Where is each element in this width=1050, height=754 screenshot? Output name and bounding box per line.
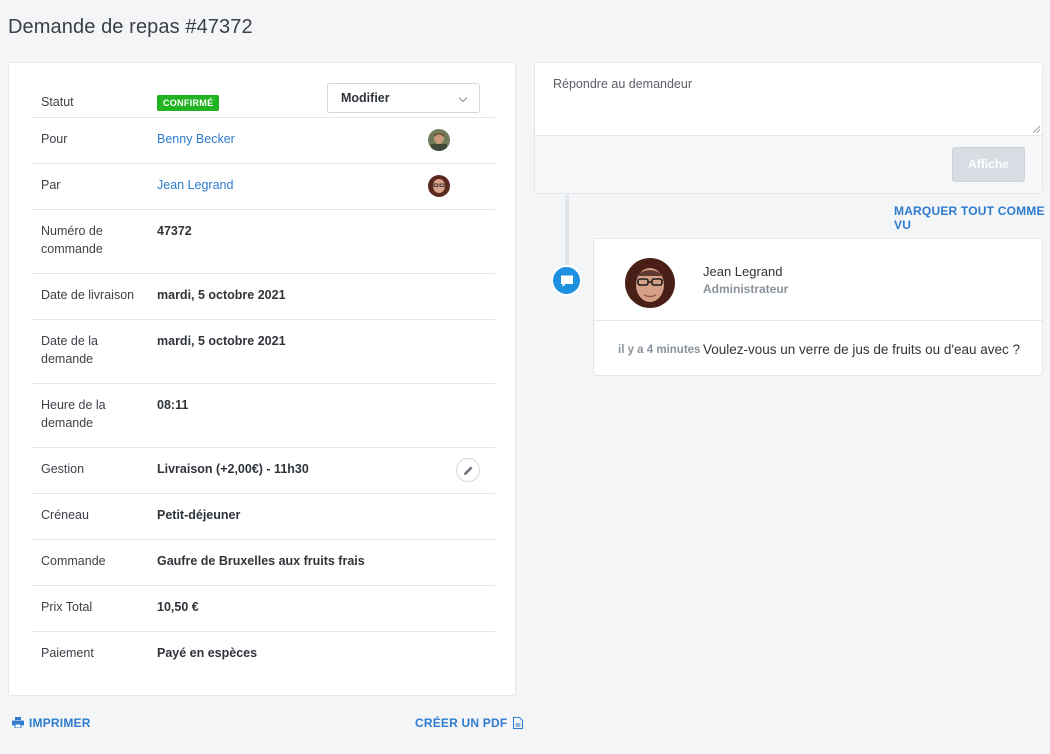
row-date-demande: Date de la demande mardi, 5 octobre 2021 bbox=[32, 320, 495, 384]
row-pour: Pour Benny Becker bbox=[32, 118, 495, 164]
details-table: Statut CONFIRMÉ Modifier Pour Benny Beck… bbox=[32, 69, 495, 678]
details-card: Statut CONFIRMÉ Modifier Pour Benny Beck… bbox=[8, 62, 516, 696]
numero-label: Numéro de commande bbox=[41, 224, 103, 256]
mark-all-seen-link[interactable]: MARQUER TOUT COMME VU bbox=[894, 204, 1050, 232]
statut-label: Statut bbox=[41, 95, 74, 109]
row-numero: Numéro de commande 47372 bbox=[32, 210, 495, 274]
row-par: Par Jean Legrand bbox=[32, 164, 495, 210]
create-pdf-button[interactable]: CRÉER UN PDF bbox=[415, 716, 524, 730]
status-badge: CONFIRMÉ bbox=[157, 95, 220, 111]
row-creneau: Créneau Petit-déjeuner bbox=[32, 494, 495, 540]
prix-total-value: 10,50 € bbox=[157, 600, 199, 614]
resize-grip-icon[interactable] bbox=[1032, 125, 1040, 133]
prix-total-label: Prix Total bbox=[41, 600, 93, 614]
row-heure-demande: Heure de la demande 08:11 bbox=[32, 384, 495, 448]
edit-gestion-button[interactable] bbox=[456, 458, 480, 482]
date-demande-label: Date de la demande bbox=[41, 334, 98, 366]
print-label: IMPRIMER bbox=[29, 716, 91, 730]
pour-label: Pour bbox=[41, 132, 68, 146]
avatar bbox=[428, 175, 450, 197]
par-label: Par bbox=[41, 178, 61, 192]
send-reply-button[interactable]: Affiche bbox=[952, 147, 1025, 182]
message-header: Jean Legrand Administrateur bbox=[594, 239, 1042, 321]
date-livraison-label: Date de livraison bbox=[41, 288, 135, 302]
reply-card: Affiche bbox=[534, 62, 1043, 194]
timeline-marker bbox=[551, 265, 582, 296]
heure-demande-value: 08:11 bbox=[157, 398, 189, 412]
message-author: Jean Legrand bbox=[703, 264, 783, 279]
row-date-livraison: Date de livraison mardi, 5 octobre 2021 bbox=[32, 274, 495, 320]
date-livraison-value: mardi, 5 octobre 2021 bbox=[157, 288, 286, 302]
pour-link[interactable]: Benny Becker bbox=[157, 130, 235, 148]
date-demande-value: mardi, 5 octobre 2021 bbox=[157, 334, 286, 348]
pdf-label: CRÉER UN PDF bbox=[415, 716, 508, 730]
file-icon bbox=[513, 717, 524, 729]
reply-textarea[interactable] bbox=[535, 63, 1042, 136]
timeline-line bbox=[565, 195, 569, 265]
row-commande: Commande Gaufre de Bruxelles aux fruits … bbox=[32, 540, 495, 586]
paiement-value: Payé en espèces bbox=[157, 646, 258, 660]
message-text: Voulez-vous un verre de jus de fruits ou… bbox=[703, 342, 1021, 357]
gestion-value: Livraison (+2,00€) - 11h30 bbox=[157, 462, 309, 476]
row-statut: Statut CONFIRMÉ Modifier bbox=[32, 69, 495, 118]
message-role: Administrateur bbox=[703, 282, 789, 296]
row-paiement: Paiement Payé en espèces bbox=[32, 632, 495, 678]
par-link[interactable]: Jean Legrand bbox=[157, 176, 233, 194]
message-time: il y a 4 minutes bbox=[618, 344, 701, 356]
message-card: Jean Legrand Administrateur il y a 4 min… bbox=[593, 238, 1043, 376]
creneau-label: Créneau bbox=[41, 508, 89, 522]
paiement-label: Paiement bbox=[41, 646, 94, 660]
avatar bbox=[625, 258, 675, 308]
commande-label: Commande bbox=[41, 554, 106, 568]
chevron-down-icon bbox=[458, 93, 468, 103]
modifier-label: Modifier bbox=[341, 91, 390, 105]
numero-value: 47372 bbox=[157, 224, 192, 238]
print-button[interactable]: IMPRIMER bbox=[12, 716, 91, 730]
printer-icon bbox=[12, 717, 24, 729]
creneau-value: Petit-déjeuner bbox=[157, 508, 241, 522]
commande-value: Gaufre de Bruxelles aux fruits frais bbox=[157, 554, 365, 568]
page-title: Demande de repas #47372 bbox=[8, 16, 253, 38]
chat-bubble-icon bbox=[561, 275, 573, 287]
row-prix-total: Prix Total 10,50 € bbox=[32, 586, 495, 632]
heure-demande-label: Heure de la demande bbox=[41, 398, 106, 430]
avatar bbox=[428, 129, 450, 151]
pencil-icon bbox=[463, 466, 473, 476]
row-gestion: Gestion Livraison (+2,00€) - 11h30 bbox=[32, 448, 495, 494]
modifier-dropdown[interactable]: Modifier bbox=[327, 83, 480, 113]
gestion-label: Gestion bbox=[41, 462, 85, 476]
